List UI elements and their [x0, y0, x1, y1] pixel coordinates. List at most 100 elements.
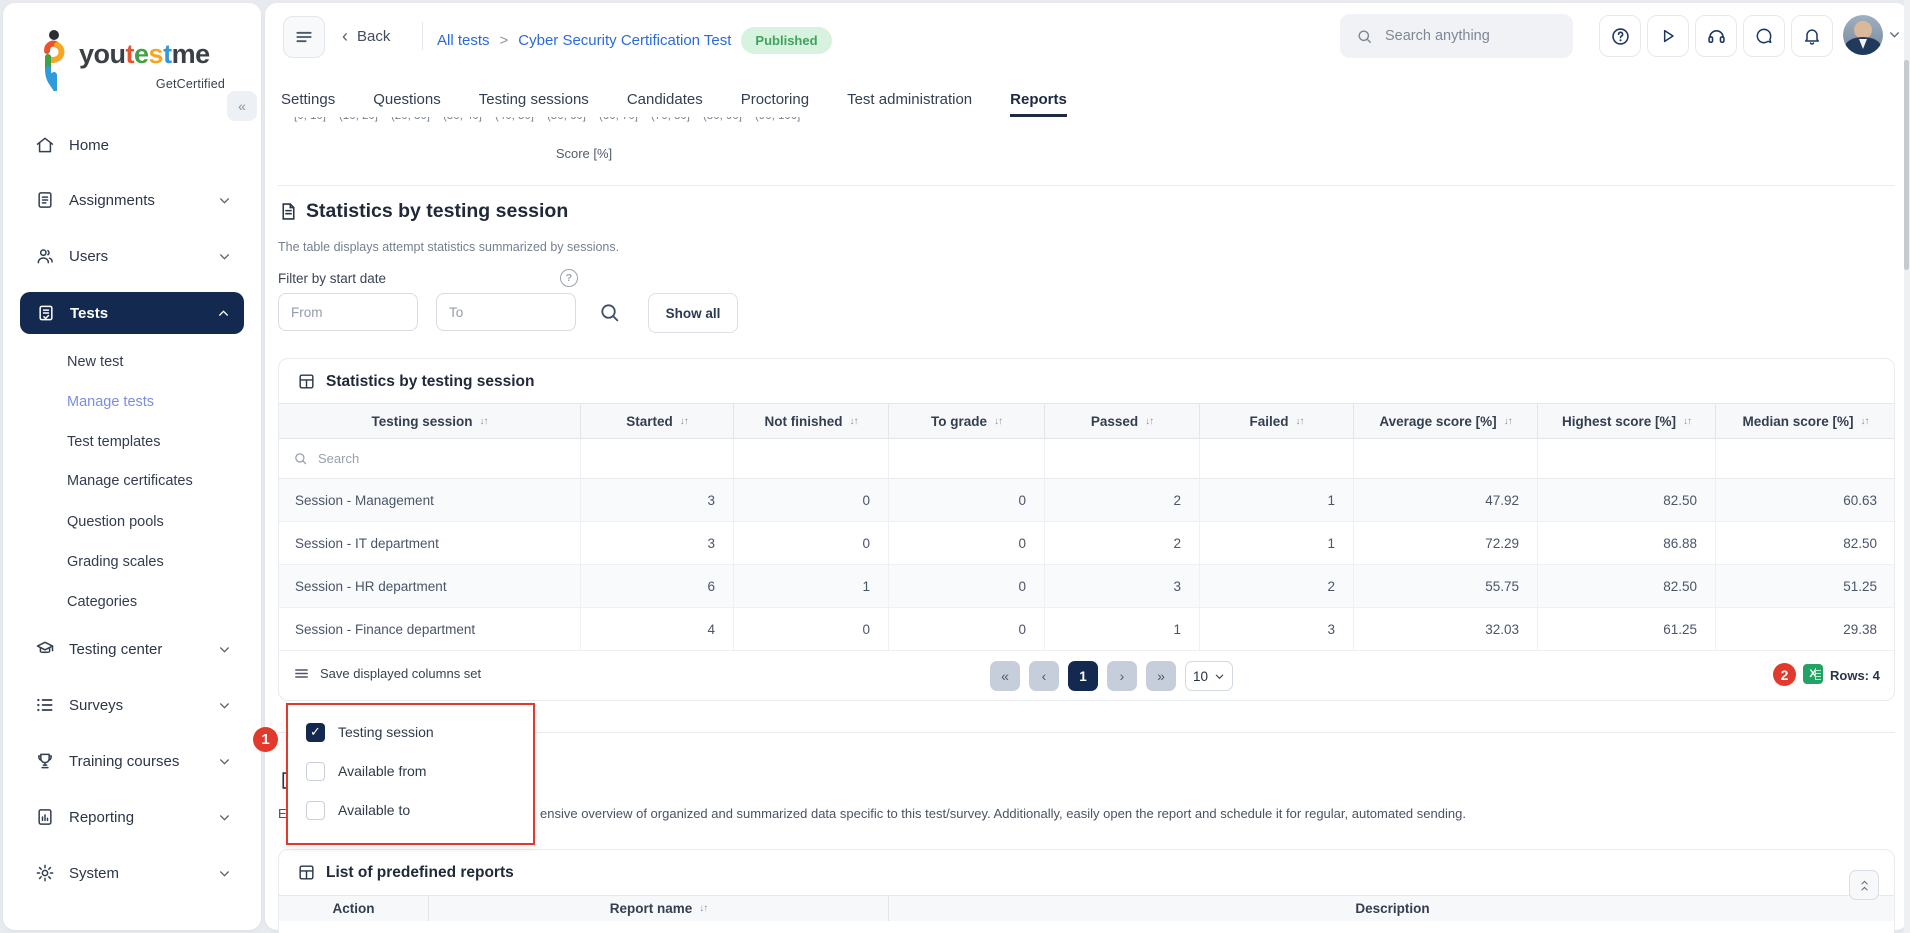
- chevron-down-icon: [218, 811, 231, 824]
- tab-testing-sessions[interactable]: Testing sessions: [479, 85, 589, 117]
- axis-tick: (50, 60]: [547, 117, 586, 122]
- scroll-to-top-button[interactable]: [1849, 870, 1879, 900]
- session-search-input[interactable]: [316, 450, 520, 467]
- sidebar-subitem-categories[interactable]: Categories: [67, 594, 137, 610]
- global-search-input[interactable]: [1383, 27, 1557, 45]
- tab-settings[interactable]: Settings: [281, 85, 335, 117]
- predefined-reports-title: List of predefined reports: [326, 864, 514, 882]
- support-headset-button[interactable]: [1695, 15, 1737, 57]
- tab-proctoring[interactable]: Proctoring: [741, 85, 809, 117]
- column-header-median-score[interactable]: Median score [%] ↓↑: [1716, 404, 1895, 438]
- checkbox-unchecked[interactable]: [306, 762, 325, 781]
- brand-wordmark: youtestme: [79, 39, 210, 70]
- checkbox-row-available-to[interactable]: Available to: [306, 791, 410, 829]
- filter-cell: [581, 439, 734, 478]
- scrollbar-thumb[interactable]: [1904, 60, 1909, 270]
- sidebar-item-label: Tests: [70, 305, 108, 322]
- sidebar-item-assignments[interactable]: Assignments: [19, 182, 245, 218]
- sidebar-subitem-grading-scales[interactable]: Grading scales: [67, 554, 164, 570]
- sidebar-item-system[interactable]: System: [19, 855, 245, 891]
- cell-started: 3: [581, 479, 734, 521]
- cell-started: 6: [581, 565, 734, 607]
- checkbox-row-available-from[interactable]: Available from: [306, 752, 426, 790]
- reporting-icon: [35, 807, 55, 827]
- back-chevron-icon: ‹: [342, 26, 348, 47]
- pagination-last-button[interactable]: »: [1146, 661, 1176, 691]
- back-button[interactable]: ‹ Back: [342, 26, 390, 47]
- page-size-select[interactable]: 10: [1185, 661, 1233, 691]
- pagination-next-button[interactable]: ›: [1107, 661, 1137, 691]
- show-all-button[interactable]: Show all: [648, 293, 738, 333]
- help-button[interactable]: [1599, 15, 1641, 57]
- surveys-icon: [35, 695, 55, 715]
- global-search[interactable]: [1340, 14, 1573, 58]
- column-header-testing-session[interactable]: Testing session ↓↑: [279, 404, 581, 438]
- sidebar-subitem-question-pools[interactable]: Question pools: [67, 514, 164, 530]
- sidebar-subitem-manage-certificates[interactable]: Manage certificates: [67, 473, 193, 489]
- sidebar-item-testing-center[interactable]: Testing center: [19, 631, 245, 667]
- breadcrumb-test-name[interactable]: Cyber Security Certification Test: [518, 32, 731, 49]
- column-header-failed[interactable]: Failed ↓↑: [1200, 404, 1354, 438]
- breadcrumb-all-tests[interactable]: All tests: [437, 32, 490, 49]
- column-header-passed[interactable]: Passed ↓↑: [1045, 404, 1200, 438]
- checkbox-label: Testing session: [338, 724, 434, 740]
- axis-tick: (80, 90]: [703, 117, 742, 122]
- column-header-started[interactable]: Started ↓↑: [581, 404, 734, 438]
- sidebar-item-tests[interactable]: Tests: [20, 292, 244, 334]
- chat-button[interactable]: [1743, 15, 1785, 57]
- column-header-not-finished[interactable]: Not finished ↓↑: [734, 404, 889, 438]
- axis-tick: (90, 100]: [755, 117, 800, 122]
- checkbox-unchecked[interactable]: [306, 801, 325, 820]
- save-displayed-columns-button[interactable]: Save displayed columns set: [293, 665, 481, 682]
- predefined-reports-card: List of predefined reports Action Report…: [278, 849, 1895, 933]
- cell-started: 4: [581, 608, 734, 650]
- filter-help-icon[interactable]: ?: [560, 269, 578, 287]
- cell-testing-session: Session - Management: [279, 479, 581, 521]
- excel-export-icon[interactable]: X: [1803, 664, 1823, 684]
- avatar[interactable]: [1843, 15, 1883, 55]
- table-row[interactable]: Session - Management 3 0 0 2 1 47.92 82.…: [279, 479, 1894, 522]
- sort-icon: ↓↑: [680, 416, 688, 427]
- column-header-average-score[interactable]: Average score [%] ↓↑: [1354, 404, 1538, 438]
- column-label: Started: [626, 414, 673, 429]
- sidebar-item-home[interactable]: Home: [19, 127, 245, 163]
- table-row[interactable]: Session - IT department 3 0 0 2 1 72.29 …: [279, 522, 1894, 565]
- sort-icon: ↓↑: [1504, 416, 1512, 427]
- tab-test-administration[interactable]: Test administration: [847, 85, 972, 117]
- pagination-prev-button[interactable]: ‹: [1029, 661, 1059, 691]
- sidebar-subitem-manage-tests[interactable]: Manage tests: [67, 394, 154, 410]
- profile-chevron-icon[interactable]: [1888, 28, 1901, 41]
- pagination-page-1[interactable]: 1: [1068, 661, 1098, 691]
- sidebar-item-label: System: [69, 865, 119, 882]
- table-row[interactable]: Session - Finance department 4 0 0 1 3 3…: [279, 608, 1894, 651]
- hamburger-menu-button[interactable]: [283, 16, 325, 58]
- system-icon: [35, 863, 55, 883]
- sidebar-item-training-courses[interactable]: Training courses: [19, 743, 245, 779]
- sidebar-item-surveys[interactable]: Surveys: [19, 687, 245, 723]
- column-header-highest-score[interactable]: Highest score [%] ↓↑: [1538, 404, 1716, 438]
- sidebar-item-users[interactable]: Users: [19, 238, 245, 274]
- page-scrollbar[interactable]: [1904, 0, 1910, 933]
- sidebar-subitem-test-templates[interactable]: Test templates: [67, 434, 161, 450]
- tab-reports[interactable]: Reports: [1010, 85, 1067, 117]
- sidebar-item-reporting[interactable]: Reporting: [19, 799, 245, 835]
- cell-failed: 2: [1200, 565, 1354, 607]
- table-row[interactable]: Session - HR department 6 1 0 3 2 55.75 …: [279, 565, 1894, 608]
- date-from-input[interactable]: [278, 293, 418, 331]
- sidebar-collapse-button[interactable]: «: [227, 91, 257, 121]
- column-header-to-grade[interactable]: To grade ↓↑: [889, 404, 1045, 438]
- checkbox-row-testing-session[interactable]: ✓ Testing session: [306, 713, 434, 751]
- checkbox-checked[interactable]: ✓: [306, 723, 325, 742]
- pagination-first-button[interactable]: «: [990, 661, 1020, 691]
- column-header-report-name[interactable]: Report name ↓↑: [429, 896, 889, 921]
- cell-median-score: 51.25: [1716, 565, 1895, 607]
- cell-median-score: 82.50: [1716, 522, 1895, 564]
- tab-questions[interactable]: Questions: [373, 85, 441, 117]
- filter-search-icon[interactable]: [598, 301, 621, 324]
- tab-candidates[interactable]: Candidates: [627, 85, 703, 117]
- sidebar-subitem-new-test[interactable]: New test: [67, 354, 123, 370]
- notifications-button[interactable]: [1791, 15, 1833, 57]
- play-tutorial-button[interactable]: [1647, 15, 1689, 57]
- date-to-input[interactable]: [436, 293, 576, 331]
- cell-passed: 2: [1045, 479, 1200, 521]
